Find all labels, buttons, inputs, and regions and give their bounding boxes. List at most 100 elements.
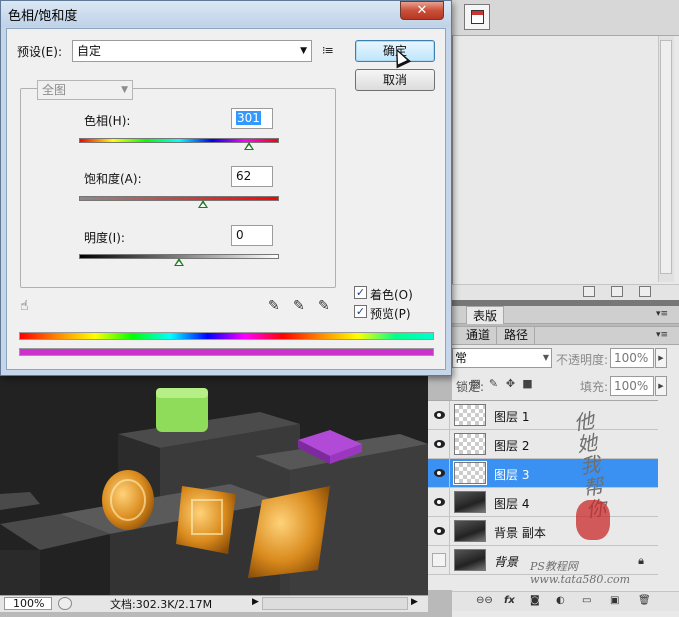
eye-icon [434, 498, 445, 506]
panel-top-right [452, 0, 679, 300]
eyedropper-icon[interactable]: ✎ [268, 298, 280, 314]
opacity-label: 不透明度: [556, 353, 609, 367]
image-canvas[interactable] [0, 374, 428, 595]
opacity-input[interactable]: 100% [610, 348, 654, 368]
lock-move-icon[interactable]: ✥ [505, 378, 516, 390]
layer-thumbnail [454, 520, 486, 542]
group-icon[interactable]: ▭ [582, 595, 591, 606]
preview-checkbox[interactable]: ✓ [354, 305, 367, 318]
delete-layer-icon[interactable]: 🗑︎ [638, 595, 651, 606]
tab-top-panel[interactable]: 表版 [466, 306, 505, 324]
watermark-seal [576, 500, 610, 540]
layer-thumbnail [454, 549, 486, 571]
layer-thumbnail [454, 404, 486, 426]
visibility-toggle[interactable] [428, 517, 450, 545]
layer-row-selected[interactable]: 图层 3 [428, 459, 658, 488]
link-layers-icon[interactable]: ⊖⊖ [476, 595, 493, 606]
mask-icon[interactable]: ◙ [530, 595, 540, 606]
channel-value: 全图 [42, 83, 67, 97]
visibility-toggle[interactable] [428, 401, 450, 429]
layer-row[interactable]: 背景 副本 [428, 517, 658, 546]
saturation-slider-track[interactable] [79, 196, 279, 201]
lightness-slider-thumb[interactable] [174, 258, 184, 266]
preset-label: 预设(E): [17, 45, 62, 59]
colorize-checkbox[interactable]: ✓ [354, 286, 367, 299]
layer-thumbnail [453, 461, 487, 485]
cancel-button[interactable]: 取消 [355, 69, 435, 91]
eyedropper-plus-icon[interactable]: ✎ [293, 298, 305, 314]
hue-slider-thumb[interactable] [244, 142, 254, 150]
lock-transparency-icon[interactable]: ▨ [470, 378, 481, 390]
dialog-title: 色相/饱和度 [8, 9, 78, 24]
preset-select[interactable]: 自定 ▼ [72, 40, 312, 62]
eye-icon [434, 469, 445, 477]
opacity-slider-button[interactable]: ▶ [655, 348, 667, 368]
hue-input[interactable]: 301 [231, 108, 273, 129]
visibility-toggle[interactable] [428, 459, 450, 487]
delete-state-icon[interactable] [583, 286, 595, 297]
eye-icon [434, 440, 445, 448]
trash-icon[interactable] [639, 286, 651, 297]
layers-panel-menu-icon[interactable]: ▾≡ [656, 330, 668, 340]
eye-icon [434, 411, 445, 419]
visibility-toggle[interactable] [428, 430, 450, 458]
tab-channels[interactable]: 通道 [460, 327, 498, 345]
status-menu-arrow-icon[interactable]: ▶ [252, 597, 259, 607]
layer-name: 图层 3 [494, 468, 530, 482]
panel-scroll-thumb[interactable] [660, 40, 672, 274]
adjustment-icon[interactable]: ◐ [556, 595, 565, 606]
channel-select[interactable]: 全图 ▼ [37, 80, 133, 100]
hand-tool-icon[interactable]: ☝ [20, 298, 29, 314]
lock-brush-icon[interactable]: ✎ [488, 378, 499, 390]
panel-menu-icon[interactable]: ▾≡ [656, 309, 668, 319]
input-color-bar [19, 332, 434, 340]
fill-label: 填充: [580, 380, 609, 394]
horizontal-scrollbar[interactable] [262, 597, 408, 610]
chevron-down-icon: ▼ [121, 85, 128, 95]
hue-label: 色相(H): [84, 114, 131, 128]
chevron-down-icon: ▼ [542, 353, 549, 362]
panel-icon-button[interactable] [464, 4, 490, 30]
layer-name: 图层 1 [494, 410, 530, 424]
blend-mode-value: 常 [455, 351, 468, 365]
zoom-input[interactable]: 100% [4, 597, 52, 610]
preview-label: 预览(P) [370, 307, 411, 321]
watermark-site: PS教程网 www.tata580.com [530, 560, 631, 586]
saturation-value: 62 [236, 169, 252, 183]
blend-mode-select[interactable]: 常 ▼ [452, 348, 552, 368]
document-info: 文档:302.3K/2.17M [110, 598, 213, 611]
fill-input[interactable]: 100% [610, 376, 654, 396]
lightness-value: 0 [236, 228, 244, 242]
tab-paths[interactable]: 路径 [498, 327, 536, 345]
preset-options-icon[interactable]: ⁝≡ [322, 44, 334, 57]
layer-row[interactable]: 图层 4 [428, 488, 658, 517]
chevron-down-icon: ▼ [300, 46, 307, 56]
output-color-bar [19, 348, 434, 356]
new-state-icon[interactable] [611, 286, 623, 297]
colorize-label: 着色(O) [370, 288, 413, 302]
fx-icon[interactable]: fx [504, 595, 515, 606]
preset-value: 自定 [77, 44, 102, 58]
layer-name: 背景 [494, 555, 519, 569]
eyedropper-minus-icon[interactable]: ✎ [318, 298, 330, 314]
layer-row[interactable]: 图层 2 [428, 430, 658, 459]
eye-icon [434, 527, 445, 535]
fill-slider-button[interactable]: ▶ [655, 376, 667, 396]
layer-name: 图层 2 [494, 439, 530, 453]
scroll-right-icon[interactable]: ▶ [411, 597, 418, 607]
visibility-toggle[interactable] [428, 546, 450, 574]
layer-row[interactable]: 图层 1 [428, 401, 658, 430]
close-button[interactable]: ✕ [400, 1, 444, 20]
visibility-toggle[interactable] [428, 488, 450, 516]
saturation-input[interactable]: 62 [231, 166, 273, 187]
canvas-photo [0, 374, 428, 595]
new-layer-icon[interactable]: ▣ [610, 595, 619, 606]
lightness-label: 明度(I): [84, 231, 125, 245]
saturation-slider-thumb[interactable] [198, 200, 208, 208]
hue-value: 301 [236, 111, 261, 125]
lock-all-icon[interactable]: ■ [522, 378, 533, 390]
layer-name: 背景 副本 [494, 526, 546, 540]
zoom-options-icon[interactable] [58, 597, 72, 610]
lightness-input[interactable]: 0 [231, 225, 273, 246]
hidden-eye-icon [432, 553, 446, 567]
